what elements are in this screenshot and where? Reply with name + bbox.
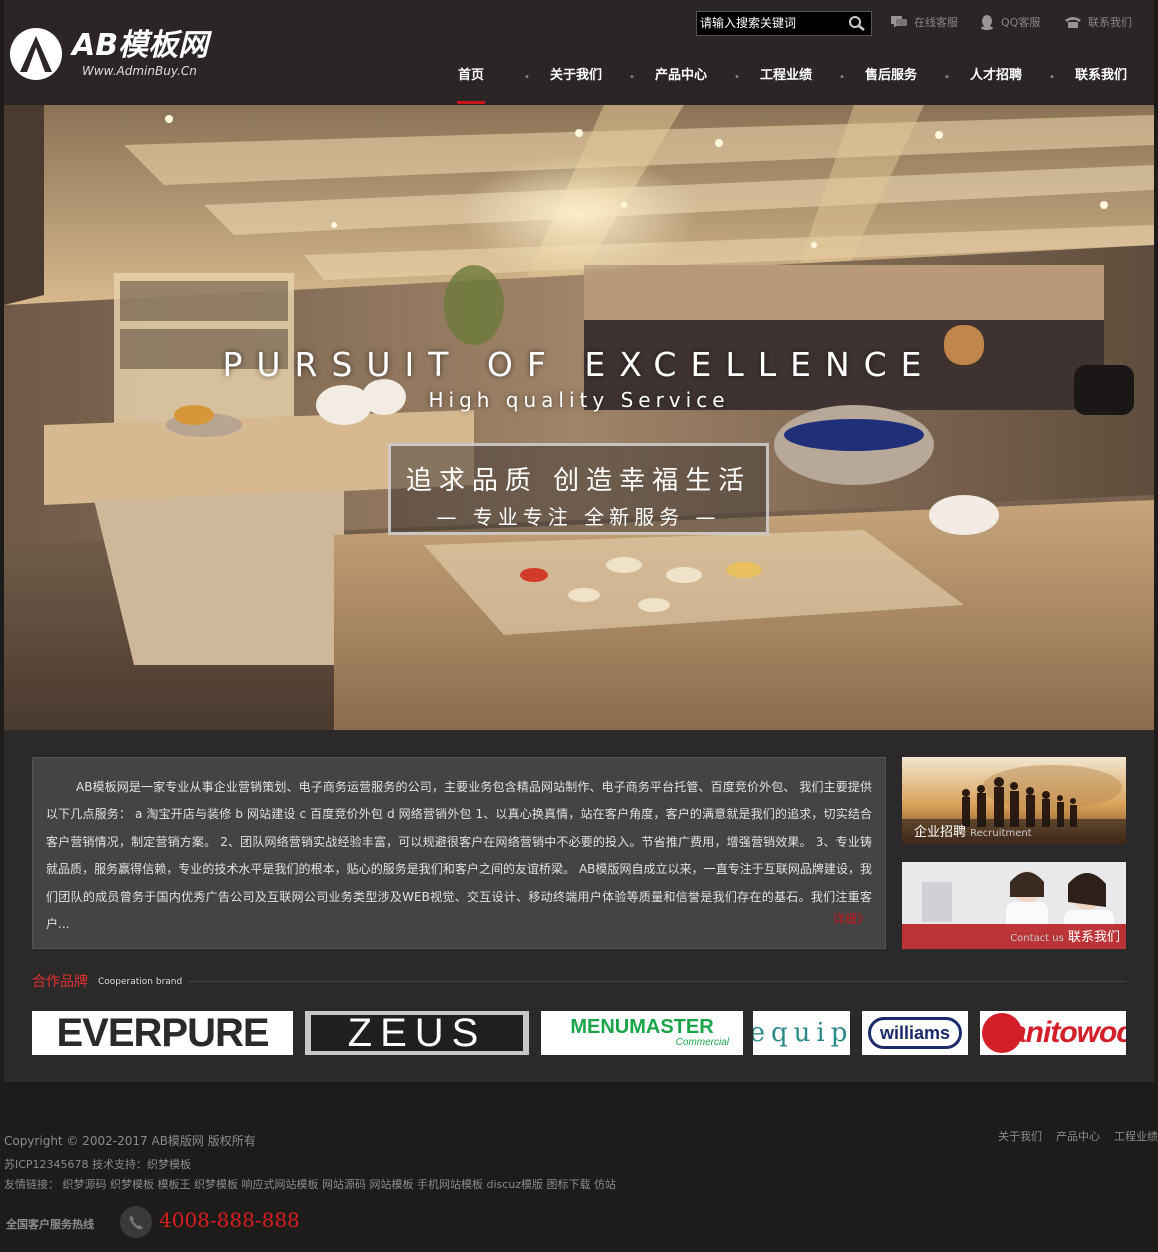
brand-logo-zeus-text: ZEUS bbox=[347, 1011, 487, 1055]
contact-top-label: 联系我们 bbox=[1088, 16, 1132, 29]
qq-service-label: QQ客服 bbox=[1001, 16, 1041, 29]
nav-separator: • bbox=[1049, 72, 1055, 83]
main-nav: 首页 • 关于我们 • 产品中心 • 工程业绩 • 售后服务 • 人才招聘 • … bbox=[429, 62, 1158, 104]
online-service-label: 在线客服 bbox=[914, 16, 958, 29]
brand-section-title: 合作品牌 bbox=[32, 974, 88, 990]
contact-card[interactable]: Contact us 联系我们 bbox=[902, 862, 1126, 949]
online-service-link[interactable]: 在线客服 bbox=[890, 14, 958, 30]
brand-logo-everpure-text: EVERPURE bbox=[56, 1011, 269, 1055]
logo-url-text: Www.AdminBuy.Cn bbox=[82, 64, 197, 78]
contact-label: Contact us 联系我们 bbox=[1010, 926, 1120, 945]
contact-label-cn: 联系我们 bbox=[1067, 930, 1120, 945]
brand-logo-menumaster-text: MENUMASTER bbox=[570, 1016, 714, 1038]
qq-service-link[interactable]: QQ客服 bbox=[979, 14, 1040, 30]
hero-banner: PURSUIT OF EXCELLENCE High quality Servi… bbox=[4, 105, 1154, 730]
brand-logo-williams-text: williams bbox=[879, 1022, 951, 1043]
brand-logo-zeus[interactable]: ZEUS bbox=[305, 1011, 529, 1055]
recruitment-label-en: Recruitment bbox=[970, 828, 1032, 839]
brand-logo-manitowoc-text: Manitowoc bbox=[986, 1016, 1126, 1049]
site-header: AB模板网 Www.AdminBuy.Cn 在线客服 bbox=[4, 0, 1154, 105]
copyright: Copyright © 2002-2017 AB模版网 版权所有 bbox=[4, 1134, 256, 1148]
brand-logo-manitowoc[interactable]: Manitowoc bbox=[980, 1011, 1126, 1055]
brand-section-header: 合作品牌 Cooperation brand bbox=[32, 971, 1126, 991]
nav-separator: • bbox=[944, 72, 950, 83]
banner-slogan-box: 追求品质 创造幸福生活 — 专业专注 全新服务 — bbox=[388, 443, 769, 535]
main-content: AB模板网是一家专业从事企业营销策划、电子商务运营服务的公司，主要业务包含精品网… bbox=[4, 730, 1154, 1082]
phone-handset-icon bbox=[129, 1215, 143, 1230]
recruitment-card[interactable]: 企业招聘 Recruitment bbox=[902, 757, 1126, 844]
kitchen-buffet-photo bbox=[4, 105, 1154, 730]
site-footer: Copyright © 2002-2017 AB模版网 版权所有 苏ICP123… bbox=[4, 1082, 1158, 1252]
nav-about[interactable]: 关于我们 bbox=[536, 62, 616, 90]
logo-mark-icon bbox=[10, 28, 62, 80]
recruitment-label-cn: 企业招聘 bbox=[914, 825, 967, 840]
brand-logo-menumaster[interactable]: MENUMASTER Commercial bbox=[541, 1011, 743, 1055]
search-button[interactable] bbox=[847, 14, 867, 33]
nav-projects[interactable]: 工程业绩 bbox=[746, 62, 826, 90]
nav-separator: • bbox=[629, 72, 635, 83]
contact-label-en: Contact us bbox=[1010, 933, 1064, 944]
nav-separator: • bbox=[734, 72, 740, 83]
qq-penguin-icon bbox=[981, 15, 993, 30]
telephone-icon bbox=[1065, 17, 1081, 28]
banner-subtitle: High quality Service bbox=[428, 388, 730, 412]
hotline-label: 全国客户服务热线 bbox=[6, 1218, 94, 1231]
about-text: AB模板网是一家专业从事企业营销策划、电子商务运营服务的公司，主要业务包含精品网… bbox=[46, 780, 872, 932]
nav-separator: • bbox=[839, 72, 845, 83]
about-section: AB模板网是一家专业从事企业营销策划、电子商务运营服务的公司，主要业务包含精品网… bbox=[32, 757, 886, 949]
divider bbox=[188, 981, 1126, 982]
about-more-link[interactable]: 详细》 bbox=[833, 910, 869, 927]
brand-section-subtitle: Cooperation brand bbox=[98, 977, 183, 987]
nav-after-sales[interactable]: 售后服务 bbox=[851, 62, 931, 90]
nav-separator: • bbox=[524, 72, 530, 83]
search-icon bbox=[849, 16, 865, 31]
brand-logo-equip-text: equip bbox=[753, 1018, 850, 1048]
brand-logo-williams[interactable]: williams bbox=[862, 1011, 968, 1055]
footer-link-projects[interactable]: 工程业绩 bbox=[1114, 1128, 1158, 1144]
logo-text: AB模板网 bbox=[72, 28, 209, 63]
search-input[interactable] bbox=[700, 14, 840, 32]
nav-jobs[interactable]: 人才招聘 bbox=[956, 62, 1036, 90]
icp-info: 苏ICP12345678 技术支持：织梦模板 bbox=[4, 1158, 192, 1171]
phone-icon bbox=[120, 1206, 152, 1238]
banner-slogan-line2: — 专业专注 全新服务 — bbox=[436, 505, 721, 529]
brand-logo-equip[interactable]: equip bbox=[753, 1011, 850, 1055]
nav-contact[interactable]: 联系我们 bbox=[1061, 62, 1141, 90]
brand-logo-menumaster-commercial: Commercial bbox=[675, 1037, 729, 1048]
brand-logo-everpure[interactable]: EVERPURE bbox=[32, 1011, 293, 1055]
chat-icon bbox=[891, 16, 907, 28]
recruitment-label: 企业招聘 Recruitment bbox=[914, 821, 1032, 840]
footer-link-products[interactable]: 产品中心 bbox=[1056, 1128, 1100, 1144]
footer-nav: 关于我们 产品中心 工程业绩 bbox=[998, 1128, 1158, 1144]
nav-home[interactable]: 首页 bbox=[431, 62, 511, 104]
footer-link-about[interactable]: 关于我们 bbox=[998, 1128, 1042, 1144]
banner-title: PURSUIT OF EXCELLENCE bbox=[222, 345, 936, 384]
friend-links[interactable]: 友情链接： 织梦源码 织梦模板 模板王 织梦模板 响应式网站模板 网站源码 网站… bbox=[4, 1176, 616, 1192]
banner-slogan-line1: 追求品质 创造幸福生活 bbox=[405, 466, 752, 496]
search-box bbox=[696, 11, 872, 36]
logo[interactable]: AB模板网 Www.AdminBuy.Cn bbox=[10, 28, 235, 84]
hotline-number[interactable]: 4008-888-888 bbox=[159, 1208, 300, 1232]
contact-top-link[interactable]: 联系我们 bbox=[1064, 14, 1132, 30]
nav-products[interactable]: 产品中心 bbox=[641, 62, 721, 90]
